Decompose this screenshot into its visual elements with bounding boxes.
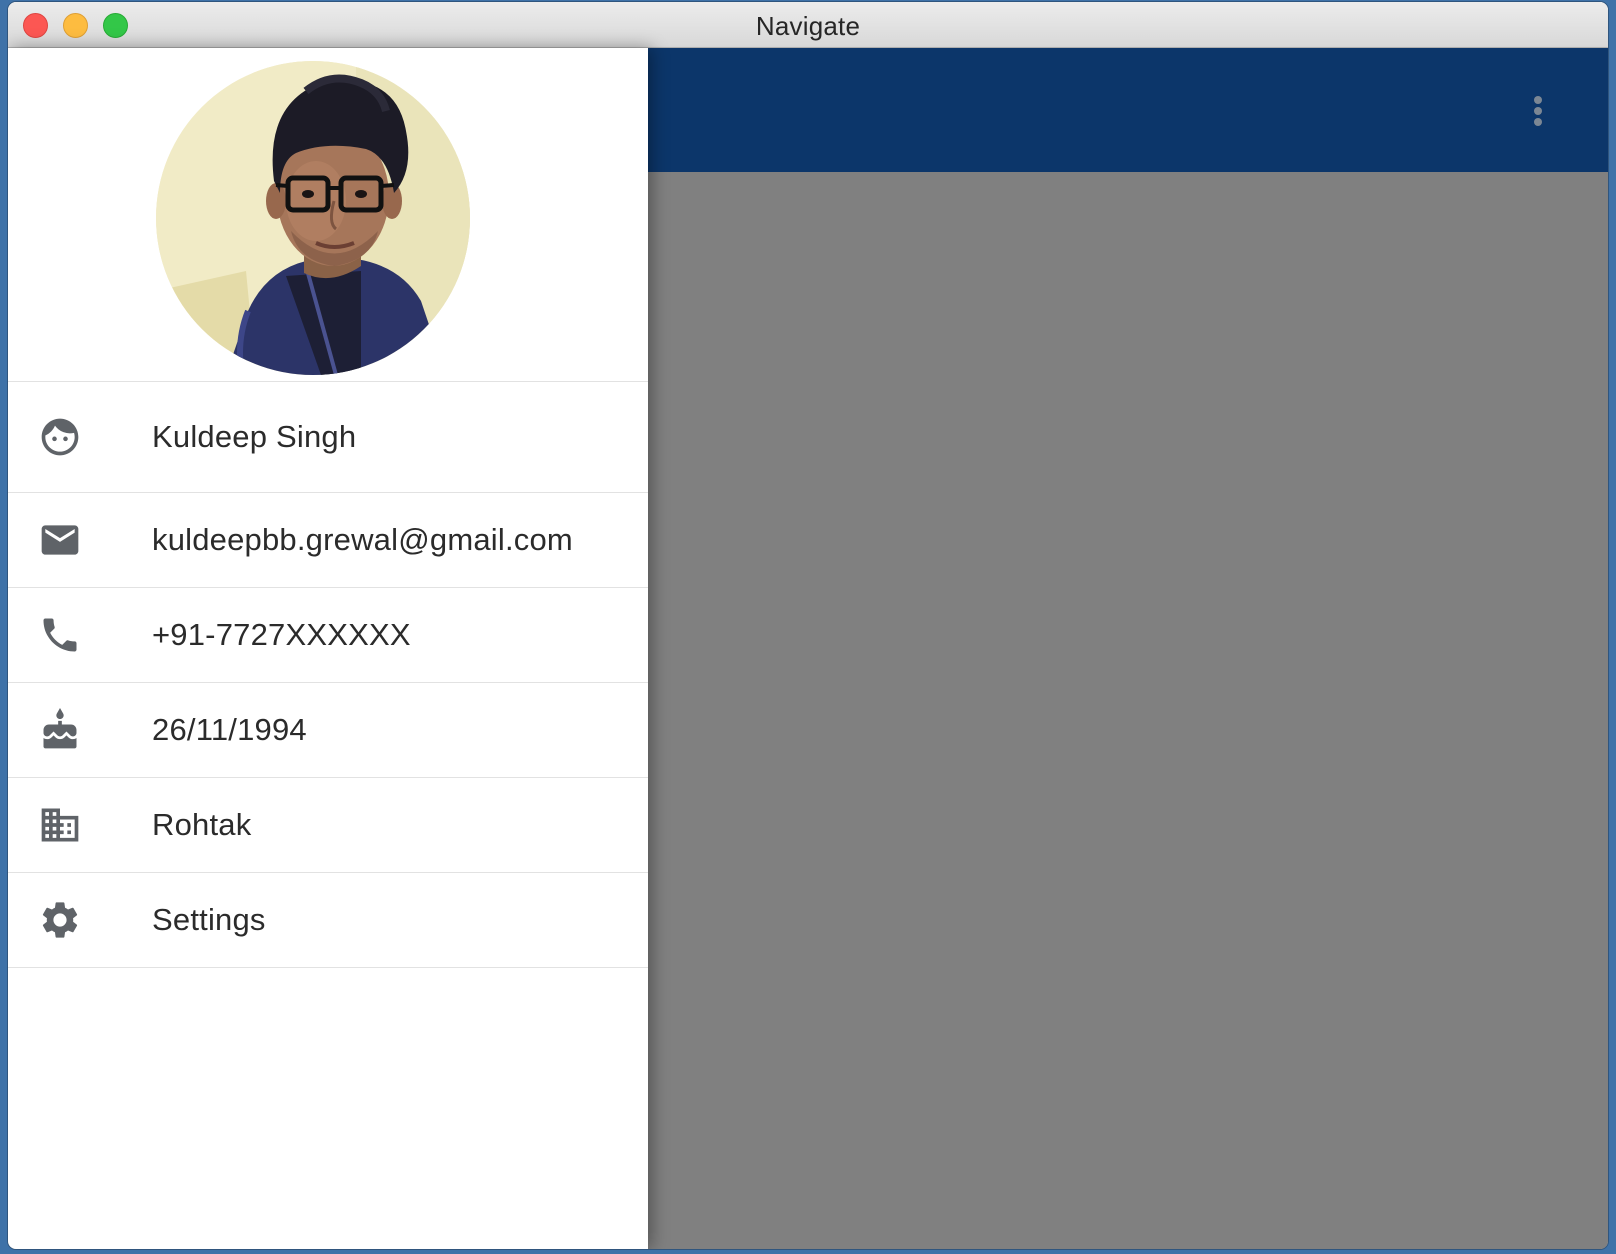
drawer-header (8, 48, 648, 382)
drawer-item-city[interactable]: Rohtak (8, 778, 648, 873)
face-icon (38, 415, 82, 459)
avatar (156, 61, 470, 375)
profile-birthday: 26/11/1994 (152, 712, 307, 747)
drawer-list: Kuldeep Singh kuldeepbb.grewal@gmail.com… (8, 382, 648, 968)
phone-icon (38, 613, 82, 657)
settings-label: Settings (152, 902, 266, 937)
drawer-item-birthday[interactable]: 26/11/1994 (8, 683, 648, 778)
drawer-item-settings[interactable]: Settings (8, 873, 648, 968)
cake-icon (38, 708, 82, 752)
profile-name: Kuldeep Singh (152, 419, 357, 454)
app-content: Kuldeep Singh kuldeepbb.grewal@gmail.com… (8, 48, 1608, 1249)
profile-city: Rohtak (152, 807, 252, 842)
settings-icon (38, 898, 82, 942)
app-window: Navigate Kuldeep Singh kuldeepbb.grewal@… (8, 2, 1608, 1249)
email-icon (38, 518, 82, 562)
navigation-drawer: Kuldeep Singh kuldeepbb.grewal@gmail.com… (8, 48, 648, 1249)
more-vert-icon[interactable] (1518, 88, 1558, 132)
city-icon (38, 803, 82, 847)
title-bar[interactable]: Navigate (8, 2, 1608, 48)
drawer-item-name[interactable]: Kuldeep Singh (8, 382, 648, 493)
profile-phone: +91-7727XXXXXX (152, 617, 411, 652)
drawer-item-phone[interactable]: +91-7727XXXXXX (8, 588, 648, 683)
profile-email: kuldeepbb.grewal@gmail.com (152, 522, 573, 557)
window-title: Navigate (755, 11, 861, 41)
drawer-item-email[interactable]: kuldeepbb.grewal@gmail.com (8, 493, 648, 588)
